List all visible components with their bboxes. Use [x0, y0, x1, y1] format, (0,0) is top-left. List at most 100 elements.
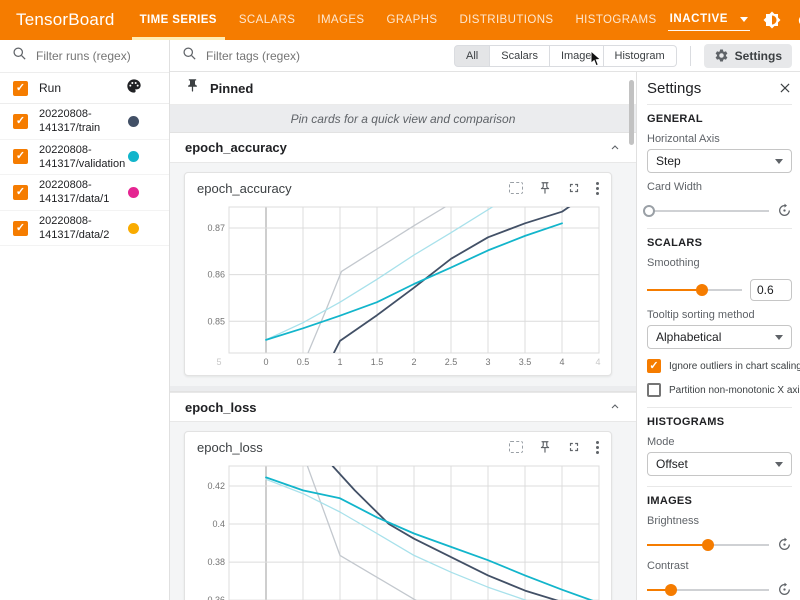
- pin-outline-icon[interactable]: [538, 440, 552, 454]
- reset-icon[interactable]: [777, 203, 792, 218]
- tab-distributions[interactable]: DISTRIBUTIONS: [448, 0, 564, 40]
- fullscreen-icon[interactable]: [567, 181, 581, 195]
- tooltip-sort-dropdown[interactable]: Alphabetical: [647, 325, 792, 349]
- epoch-accuracy-chart[interactable]: 0.850.860.8700.511.522.533.5454: [197, 203, 599, 369]
- tag-filter: [182, 46, 446, 66]
- svg-text:1: 1: [337, 357, 342, 367]
- svg-text:2: 2: [411, 357, 416, 367]
- run-name: 20220808-141317/validation: [39, 143, 125, 172]
- card-width-slider[interactable]: [647, 205, 769, 217]
- tab-time-series[interactable]: TIME SERIES: [129, 0, 228, 40]
- filter-histogram-button[interactable]: Histogram: [604, 45, 677, 67]
- run-checkbox[interactable]: ✓: [13, 114, 28, 129]
- run-row-validation[interactable]: ✓ 20220808-141317/validation: [0, 140, 169, 176]
- svg-text:0.36: 0.36: [207, 595, 225, 600]
- section-header-epoch-loss[interactable]: epoch_loss: [170, 392, 636, 422]
- more-options-icon[interactable]: [596, 182, 599, 195]
- toolbar-divider: [690, 46, 691, 66]
- histogram-mode-dropdown[interactable]: Offset: [647, 452, 792, 476]
- slider-thumb[interactable]: [696, 284, 708, 296]
- palette-icon: [126, 78, 142, 99]
- run-row-train[interactable]: ✓ 20220808-141317/train: [0, 104, 169, 140]
- run-checkbox[interactable]: ✓: [13, 221, 28, 236]
- run-name: 20220808-141317/train: [39, 107, 100, 136]
- tab-scalars[interactable]: SCALARS: [228, 0, 307, 40]
- run-status-dropdown[interactable]: INACTIVE: [668, 9, 750, 31]
- settings-group-histograms: HISTOGRAMS Mode Offset: [647, 408, 792, 487]
- close-icon[interactable]: [778, 81, 792, 95]
- selection-box-icon[interactable]: [509, 441, 523, 453]
- tag-type-filter-group: All Scalars Image Histogram: [454, 45, 677, 67]
- tab-images[interactable]: IMAGES: [306, 0, 375, 40]
- run-checkbox[interactable]: ✓: [13, 149, 28, 164]
- card-zone: epoch_loss: [170, 422, 636, 600]
- slider-thumb[interactable]: [643, 205, 655, 217]
- section-header-epoch-accuracy[interactable]: epoch_accuracy: [170, 133, 636, 163]
- svg-text:0.5: 0.5: [297, 357, 310, 367]
- settings-group-images: IMAGES Brightness Contrast: [647, 487, 792, 600]
- partition-x-axis-checkbox[interactable]: ✓: [647, 383, 661, 397]
- chevron-down-icon: [740, 17, 748, 22]
- fullscreen-icon[interactable]: [567, 440, 581, 454]
- run-status-value: INACTIVE: [670, 13, 728, 25]
- brightness-toggle-icon[interactable]: [763, 11, 782, 30]
- selection-box-icon[interactable]: [509, 182, 523, 194]
- contrast-slider[interactable]: [647, 584, 769, 596]
- svg-text:4: 4: [595, 357, 600, 367]
- run-checkbox[interactable]: ✓: [13, 185, 28, 200]
- cards-scroll-area: Pinned Pin cards for a quick view and co…: [170, 72, 636, 600]
- slider-thumb[interactable]: [665, 584, 677, 596]
- search-icon: [182, 46, 197, 66]
- reset-icon[interactable]: [777, 582, 792, 597]
- svg-text:1.5: 1.5: [371, 357, 384, 367]
- smoothing-value-input[interactable]: [750, 279, 792, 301]
- pinned-title: Pinned: [210, 81, 253, 96]
- run-row-data-1[interactable]: ✓ 20220808-141317/data/1: [0, 175, 169, 211]
- content-area: ✓ Run ✓ 20220808-141317/train ✓ 20220808…: [0, 40, 800, 600]
- filter-image-button[interactable]: Image: [550, 45, 604, 67]
- select-all-runs-checkbox[interactable]: ✓: [13, 81, 28, 96]
- slider-thumb[interactable]: [702, 539, 714, 551]
- chevron-down-icon: [775, 462, 783, 467]
- run-filter-input[interactable]: [36, 49, 157, 63]
- refresh-icon[interactable]: [795, 11, 800, 30]
- svg-text:5: 5: [216, 357, 221, 367]
- tensorboard-logo: TensorBoard: [16, 10, 115, 30]
- more-options-icon[interactable]: [596, 441, 599, 454]
- tab-graphs[interactable]: GRAPHS: [375, 0, 448, 40]
- main-nav: TIME SERIES SCALARS IMAGES GRAPHS DISTRI…: [129, 0, 668, 40]
- horizontal-axis-dropdown[interactable]: Step: [647, 149, 792, 173]
- settings-button[interactable]: Settings: [704, 44, 792, 68]
- filter-all-button[interactable]: All: [454, 45, 490, 67]
- svg-text:0.4: 0.4: [212, 519, 225, 529]
- reset-icon[interactable]: [777, 537, 792, 552]
- pinned-section-header: Pinned: [170, 72, 636, 105]
- svg-text:4: 4: [559, 357, 564, 367]
- run-color-dot: [128, 151, 139, 162]
- chevron-up-icon[interactable]: [609, 401, 621, 413]
- epoch-loss-card: epoch_loss: [184, 431, 612, 600]
- svg-text:0: 0: [263, 357, 268, 367]
- svg-text:3: 3: [485, 357, 490, 367]
- tag-filter-input[interactable]: [206, 49, 446, 63]
- run-color-dot: [128, 223, 139, 234]
- smoothing-slider[interactable]: [647, 284, 742, 296]
- run-filter: [0, 40, 169, 73]
- ignore-outliers-checkbox[interactable]: ✓: [647, 359, 661, 373]
- chevron-up-icon[interactable]: [609, 142, 621, 154]
- tab-histograms[interactable]: HISTOGRAMS: [564, 0, 667, 40]
- svg-text:3.5: 3.5: [519, 357, 532, 367]
- filter-scalars-button[interactable]: Scalars: [490, 45, 550, 67]
- run-row-data-2[interactable]: ✓ 20220808-141317/data/2: [0, 211, 169, 247]
- svg-text:0.42: 0.42: [207, 481, 225, 491]
- run-color-dot: [128, 116, 139, 127]
- pin-outline-icon[interactable]: [538, 181, 552, 195]
- runs-column-label: Run: [39, 81, 61, 95]
- vertical-scrollbar[interactable]: [629, 80, 634, 145]
- pinned-empty-message: Pin cards for a quick view and compariso…: [170, 105, 636, 133]
- runs-sidebar: ✓ Run ✓ 20220808-141317/train ✓ 20220808…: [0, 40, 170, 600]
- run-color-dot: [128, 187, 139, 198]
- pin-icon: [185, 78, 200, 98]
- brightness-slider[interactable]: [647, 539, 769, 551]
- epoch-loss-chart[interactable]: 0.360.380.40.42: [197, 462, 599, 600]
